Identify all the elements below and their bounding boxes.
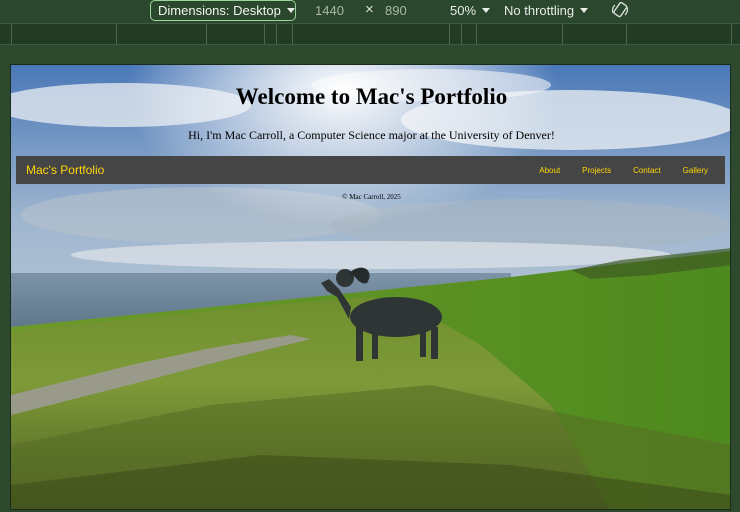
dimensions-dropdown[interactable]: Dimensions: Desktop xyxy=(150,0,296,21)
page-title: Welcome to Mac's Portfolio xyxy=(235,84,508,109)
site-navbar: Mac's Portfolio About Projects Contact G… xyxy=(16,156,725,184)
chevron-down-icon xyxy=(580,8,589,13)
height-input[interactable]: 890 xyxy=(385,3,407,18)
media-query-ruler[interactable] xyxy=(0,23,740,45)
device-toolbar: Dimensions: Desktop 1440 × 890 50% No th… xyxy=(0,0,740,23)
page-subtitle: Hi, I'm Mac Carroll, a Computer Science … xyxy=(188,128,555,142)
times-icon: × xyxy=(365,1,374,18)
rotate-device-icon[interactable] xyxy=(611,1,629,19)
zoom-dropdown[interactable]: 50% xyxy=(450,3,491,18)
nav-links: About Projects Contact Gallery xyxy=(528,166,719,175)
dimensions-label: Dimensions: Desktop xyxy=(158,3,281,18)
nav-contact[interactable]: Contact xyxy=(633,166,661,175)
brand-link[interactable]: Mac's Portfolio xyxy=(26,163,104,177)
page-footer: © Mac Carroll, 2025 xyxy=(342,193,401,201)
nav-projects[interactable]: Projects xyxy=(582,166,611,175)
chevron-down-icon xyxy=(482,8,491,13)
nav-gallery[interactable]: Gallery xyxy=(683,166,708,175)
width-input[interactable]: 1440 xyxy=(315,3,344,18)
throttling-label: No throttling xyxy=(504,3,575,18)
page-viewport: Welcome to Mac's Portfolio Hi, I'm Mac C… xyxy=(10,64,731,510)
throttling-dropdown[interactable]: No throttling xyxy=(504,3,589,18)
nav-about[interactable]: About xyxy=(539,166,560,175)
zoom-label: 50% xyxy=(450,3,477,18)
chevron-down-icon xyxy=(286,8,295,13)
